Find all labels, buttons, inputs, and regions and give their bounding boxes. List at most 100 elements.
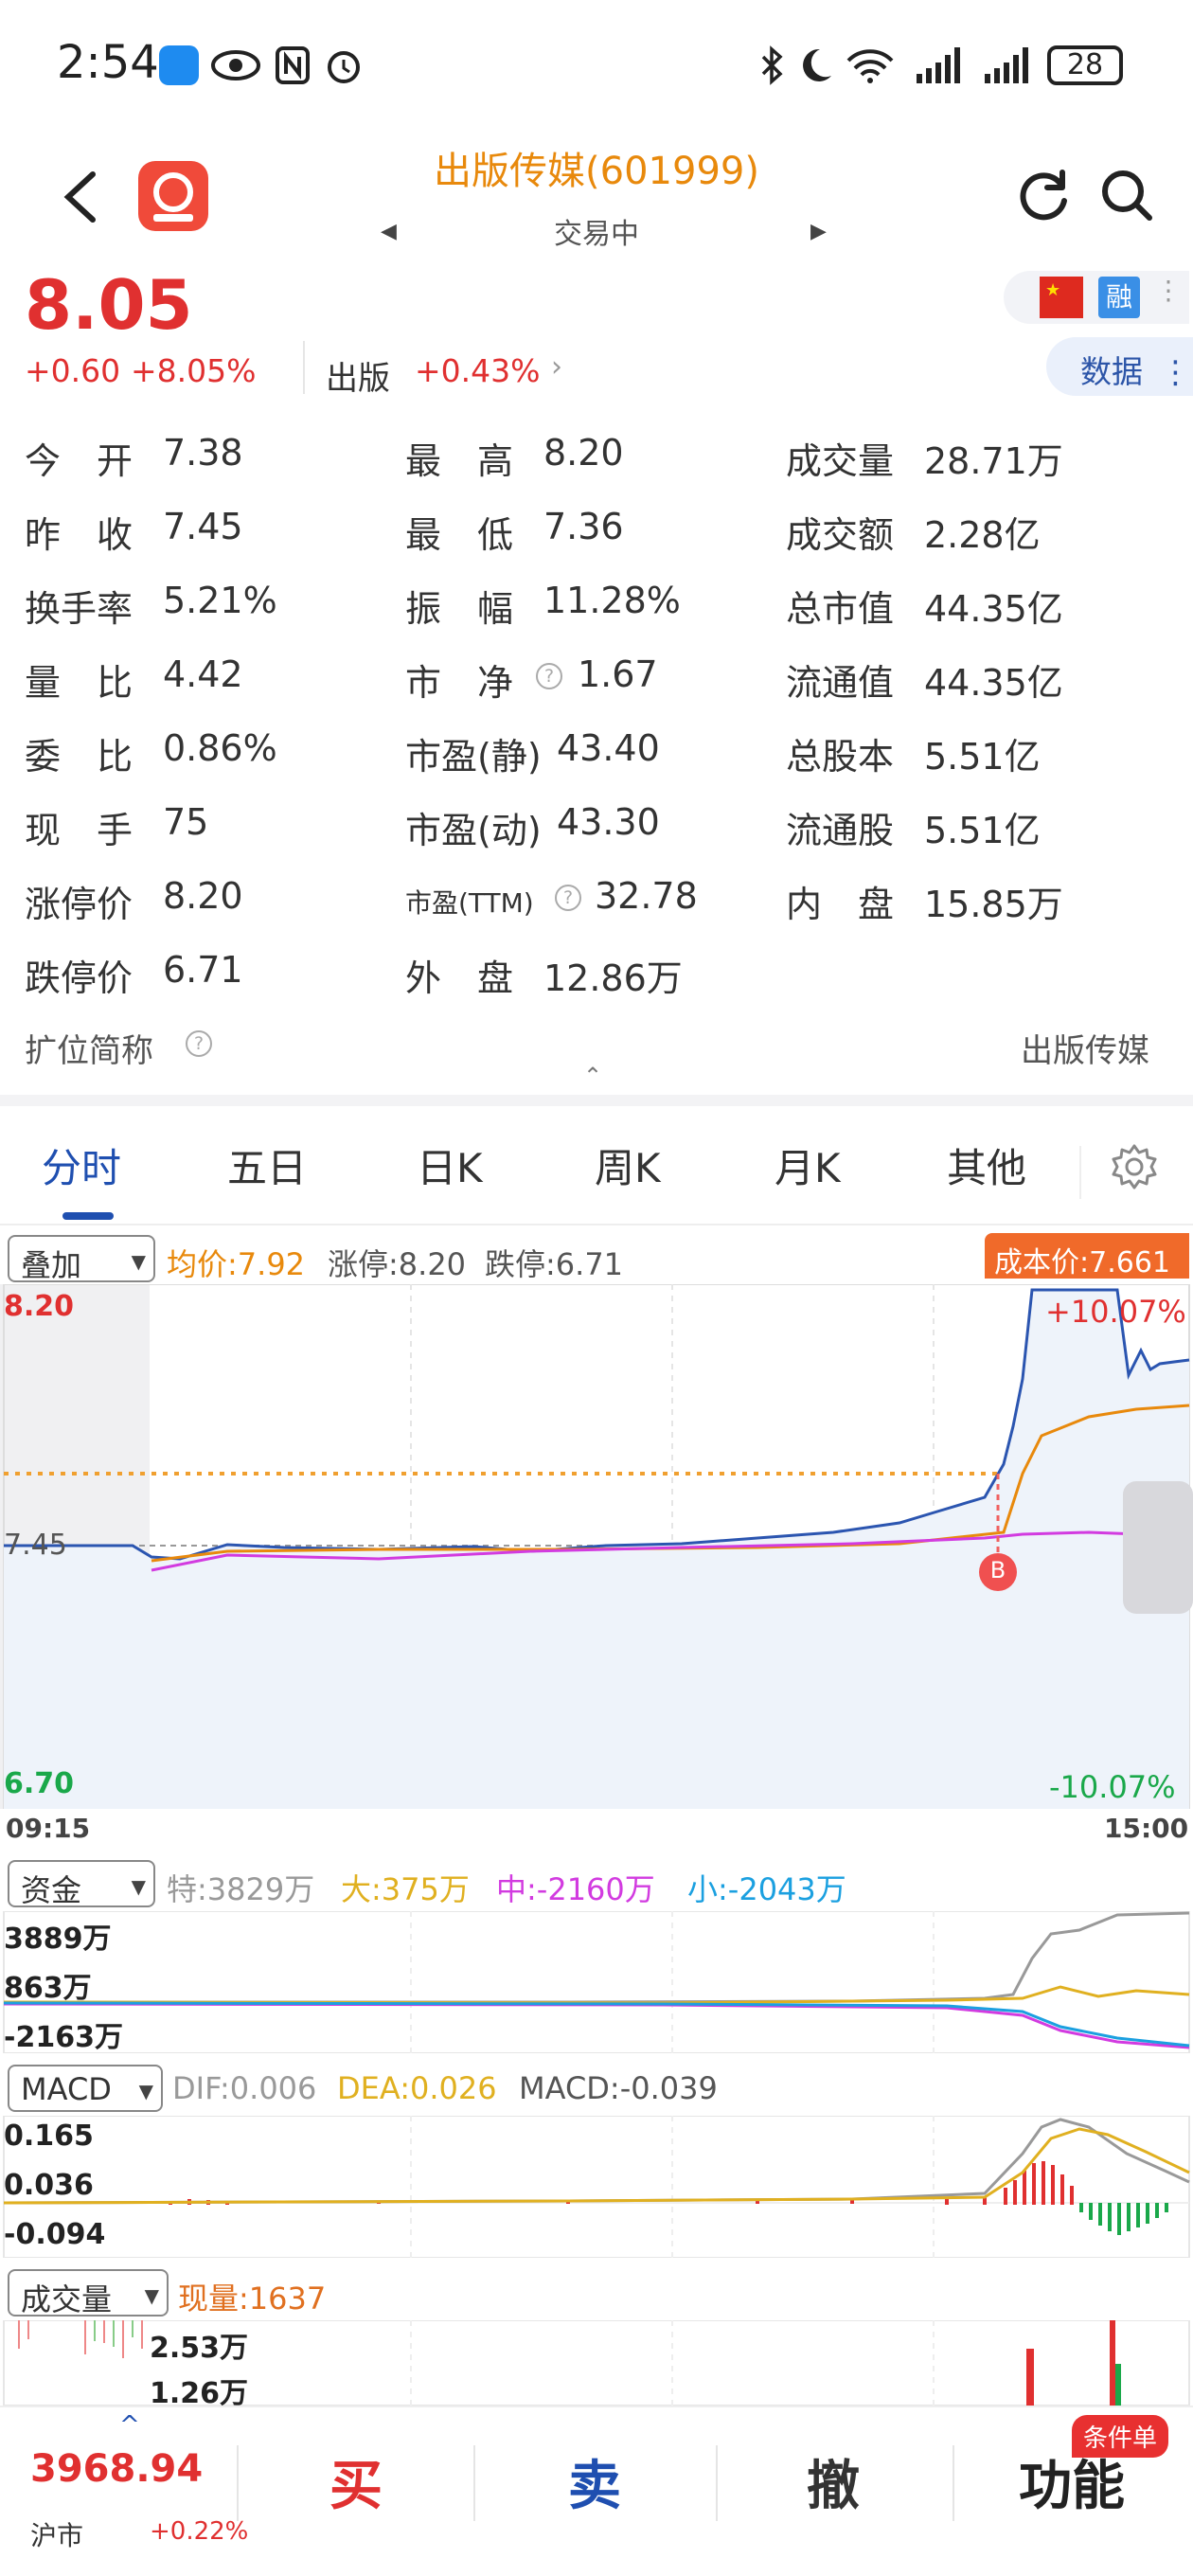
bar-divider bbox=[716, 2445, 718, 2521]
stat-label: 振 幅 bbox=[405, 588, 514, 630]
current-price: 8.05 bbox=[25, 265, 193, 345]
stat-value: 0.86% bbox=[163, 727, 277, 769]
sell-button[interactable]: 卖 bbox=[568, 2443, 621, 2520]
stat-value: 8.20 bbox=[163, 875, 243, 917]
intraday-chart[interactable] bbox=[0, 1284, 1193, 1809]
stat-label: 流通值 bbox=[786, 662, 895, 704]
prev-stock-arrow-icon[interactable]: ◀ bbox=[381, 220, 397, 243]
cancel-button[interactable]: 撤 bbox=[807, 2443, 860, 2520]
limit-down-label: 跌停:6.71 bbox=[485, 1246, 624, 1282]
fund-small: 小:-2043万 bbox=[687, 1871, 846, 1907]
fund-flow-chart[interactable] bbox=[0, 1911, 1193, 2053]
cost-price-badge[interactable]: 成本价:7.661 bbox=[985, 1233, 1189, 1279]
tab-five-day[interactable]: 五日 bbox=[227, 1136, 307, 1194]
fund-y-mid: 863万 bbox=[4, 1972, 92, 2005]
dropdown-arrow-icon: ▼ bbox=[144, 2284, 159, 2307]
divider bbox=[303, 341, 305, 394]
side-drawer-handle[interactable] bbox=[1123, 1481, 1193, 1614]
stat-label: 总市值 bbox=[786, 588, 895, 630]
data-button[interactable]: 数据 ⋮ bbox=[1046, 337, 1193, 396]
stat-value: 28.71万 bbox=[924, 440, 1063, 482]
settings-gear-icon[interactable] bbox=[1110, 1142, 1159, 1191]
trading-status: 交易中 bbox=[554, 218, 639, 251]
more-icon: ⋮ bbox=[1155, 275, 1182, 306]
stat-value: 75 bbox=[163, 801, 209, 843]
fund-y-bottom: -2163万 bbox=[4, 2021, 123, 2054]
stat-value: 5.21% bbox=[163, 580, 277, 621]
stat-value: 5.51亿 bbox=[924, 736, 1041, 778]
fund-select[interactable]: 资金 ▼ bbox=[8, 1860, 155, 1908]
data-button-label: 数据 bbox=[1080, 353, 1143, 390]
tab-weekly-k[interactable]: 周K bbox=[595, 1136, 661, 1194]
buy-button[interactable]: 买 bbox=[329, 2443, 383, 2520]
stat-value: 32.78 bbox=[595, 875, 698, 917]
signal-icon-2 bbox=[985, 47, 1028, 83]
index-pct: +0.22% bbox=[150, 2517, 249, 2546]
stat-value: 1.67 bbox=[578, 653, 658, 695]
stock-title[interactable]: 出版传媒(601999) bbox=[0, 140, 1193, 195]
macd-chart[interactable] bbox=[0, 2116, 1193, 2258]
china-flag-icon: ★ bbox=[1040, 277, 1083, 318]
sector-name[interactable]: 出版 bbox=[326, 352, 390, 399]
macd-histogram bbox=[169, 2161, 1168, 2235]
refresh-icon[interactable] bbox=[1015, 167, 1072, 224]
dropdown-arrow-icon: ▼ bbox=[131, 1250, 146, 1273]
index-expand-icon[interactable]: ^ bbox=[119, 2411, 140, 2440]
macd-y-mid: 0.036 bbox=[4, 2169, 94, 2202]
badge-strip[interactable]: ★ 融 ⋮ bbox=[1004, 271, 1189, 324]
tab-divider bbox=[1079, 1146, 1081, 1199]
stat-label: 涨停价 bbox=[25, 884, 134, 925]
stat-label: 昨 收 bbox=[25, 514, 134, 556]
stat-label: 内 盘 bbox=[786, 884, 895, 925]
time-end: 15:00 bbox=[1104, 1813, 1189, 1844]
macd-y-top: 0.165 bbox=[4, 2120, 94, 2153]
overlay-select-label: 叠加 bbox=[21, 1247, 82, 1283]
help-icon[interactable]: ? bbox=[555, 885, 581, 911]
macd-select[interactable]: MACD ▼ bbox=[8, 2065, 163, 2112]
fund-medium: 中:-2160万 bbox=[496, 1871, 655, 1907]
limit-up-label: 涨停:8.20 bbox=[328, 1246, 467, 1282]
index-value[interactable]: 3968.94 bbox=[30, 2447, 203, 2491]
conditional-order-badge[interactable]: 条件单 bbox=[1072, 2415, 1169, 2458]
avg-price-label: 均价:7.92 bbox=[167, 1246, 306, 1282]
tab-other[interactable]: 其他 bbox=[947, 1136, 1026, 1194]
stat-label: 总股本 bbox=[786, 736, 895, 778]
bluetooth-icon bbox=[761, 45, 783, 85]
search-icon[interactable] bbox=[1098, 167, 1155, 224]
time-start: 09:15 bbox=[6, 1813, 91, 1844]
stat-label: 市盈(TTM) bbox=[405, 887, 534, 919]
stat-value: 4.42 bbox=[163, 653, 243, 695]
section-divider bbox=[0, 1095, 1193, 1106]
volume-select[interactable]: 成交量 ▼ bbox=[8, 2269, 169, 2317]
stat-value: 43.30 bbox=[557, 801, 660, 843]
stat-label: 最 低 bbox=[405, 514, 514, 556]
buy-marker-label: B bbox=[989, 1557, 1006, 1583]
stat-value: 11.28% bbox=[543, 580, 681, 621]
stat-label: 市 净 bbox=[405, 662, 514, 704]
stat-label: 市盈(动) bbox=[405, 810, 542, 851]
help-icon[interactable]: ? bbox=[186, 1030, 212, 1057]
stat-value: 5.51亿 bbox=[924, 810, 1041, 851]
stat-label: 现 手 bbox=[25, 810, 134, 851]
sector-chevron-icon[interactable]: › bbox=[551, 350, 562, 384]
volume-select-label: 成交量 bbox=[21, 2281, 113, 2317]
help-icon[interactable]: ? bbox=[536, 663, 562, 689]
dropdown-arrow-icon: ▼ bbox=[131, 1875, 146, 1898]
nfc-icon bbox=[276, 46, 310, 84]
collapse-chevron-icon[interactable]: ⌃ bbox=[583, 1063, 602, 1089]
ext-name-value: 出版传媒 bbox=[1021, 1032, 1149, 1070]
stat-label: 成交量 bbox=[786, 440, 895, 482]
tab-intraday[interactable]: 分时 bbox=[42, 1136, 121, 1194]
fund-y-top: 3889万 bbox=[4, 1923, 112, 1956]
signal-icon-1 bbox=[917, 47, 960, 83]
stat-value: 44.35亿 bbox=[924, 662, 1063, 704]
overlay-select[interactable]: 叠加 ▼ bbox=[8, 1235, 155, 1283]
tab-daily-k[interactable]: 日K bbox=[417, 1136, 483, 1194]
sector-pct[interactable]: +0.43% bbox=[415, 352, 540, 389]
next-stock-arrow-icon[interactable]: ▶ bbox=[810, 220, 827, 243]
margin-badge: 融 bbox=[1098, 277, 1140, 318]
macd-y-bottom: -0.094 bbox=[4, 2218, 106, 2251]
more-dots-icon: ⋮ bbox=[1160, 353, 1191, 390]
pct-bottom: -10.07% bbox=[1049, 1769, 1176, 1805]
tab-monthly-k[interactable]: 月K bbox=[775, 1136, 841, 1194]
